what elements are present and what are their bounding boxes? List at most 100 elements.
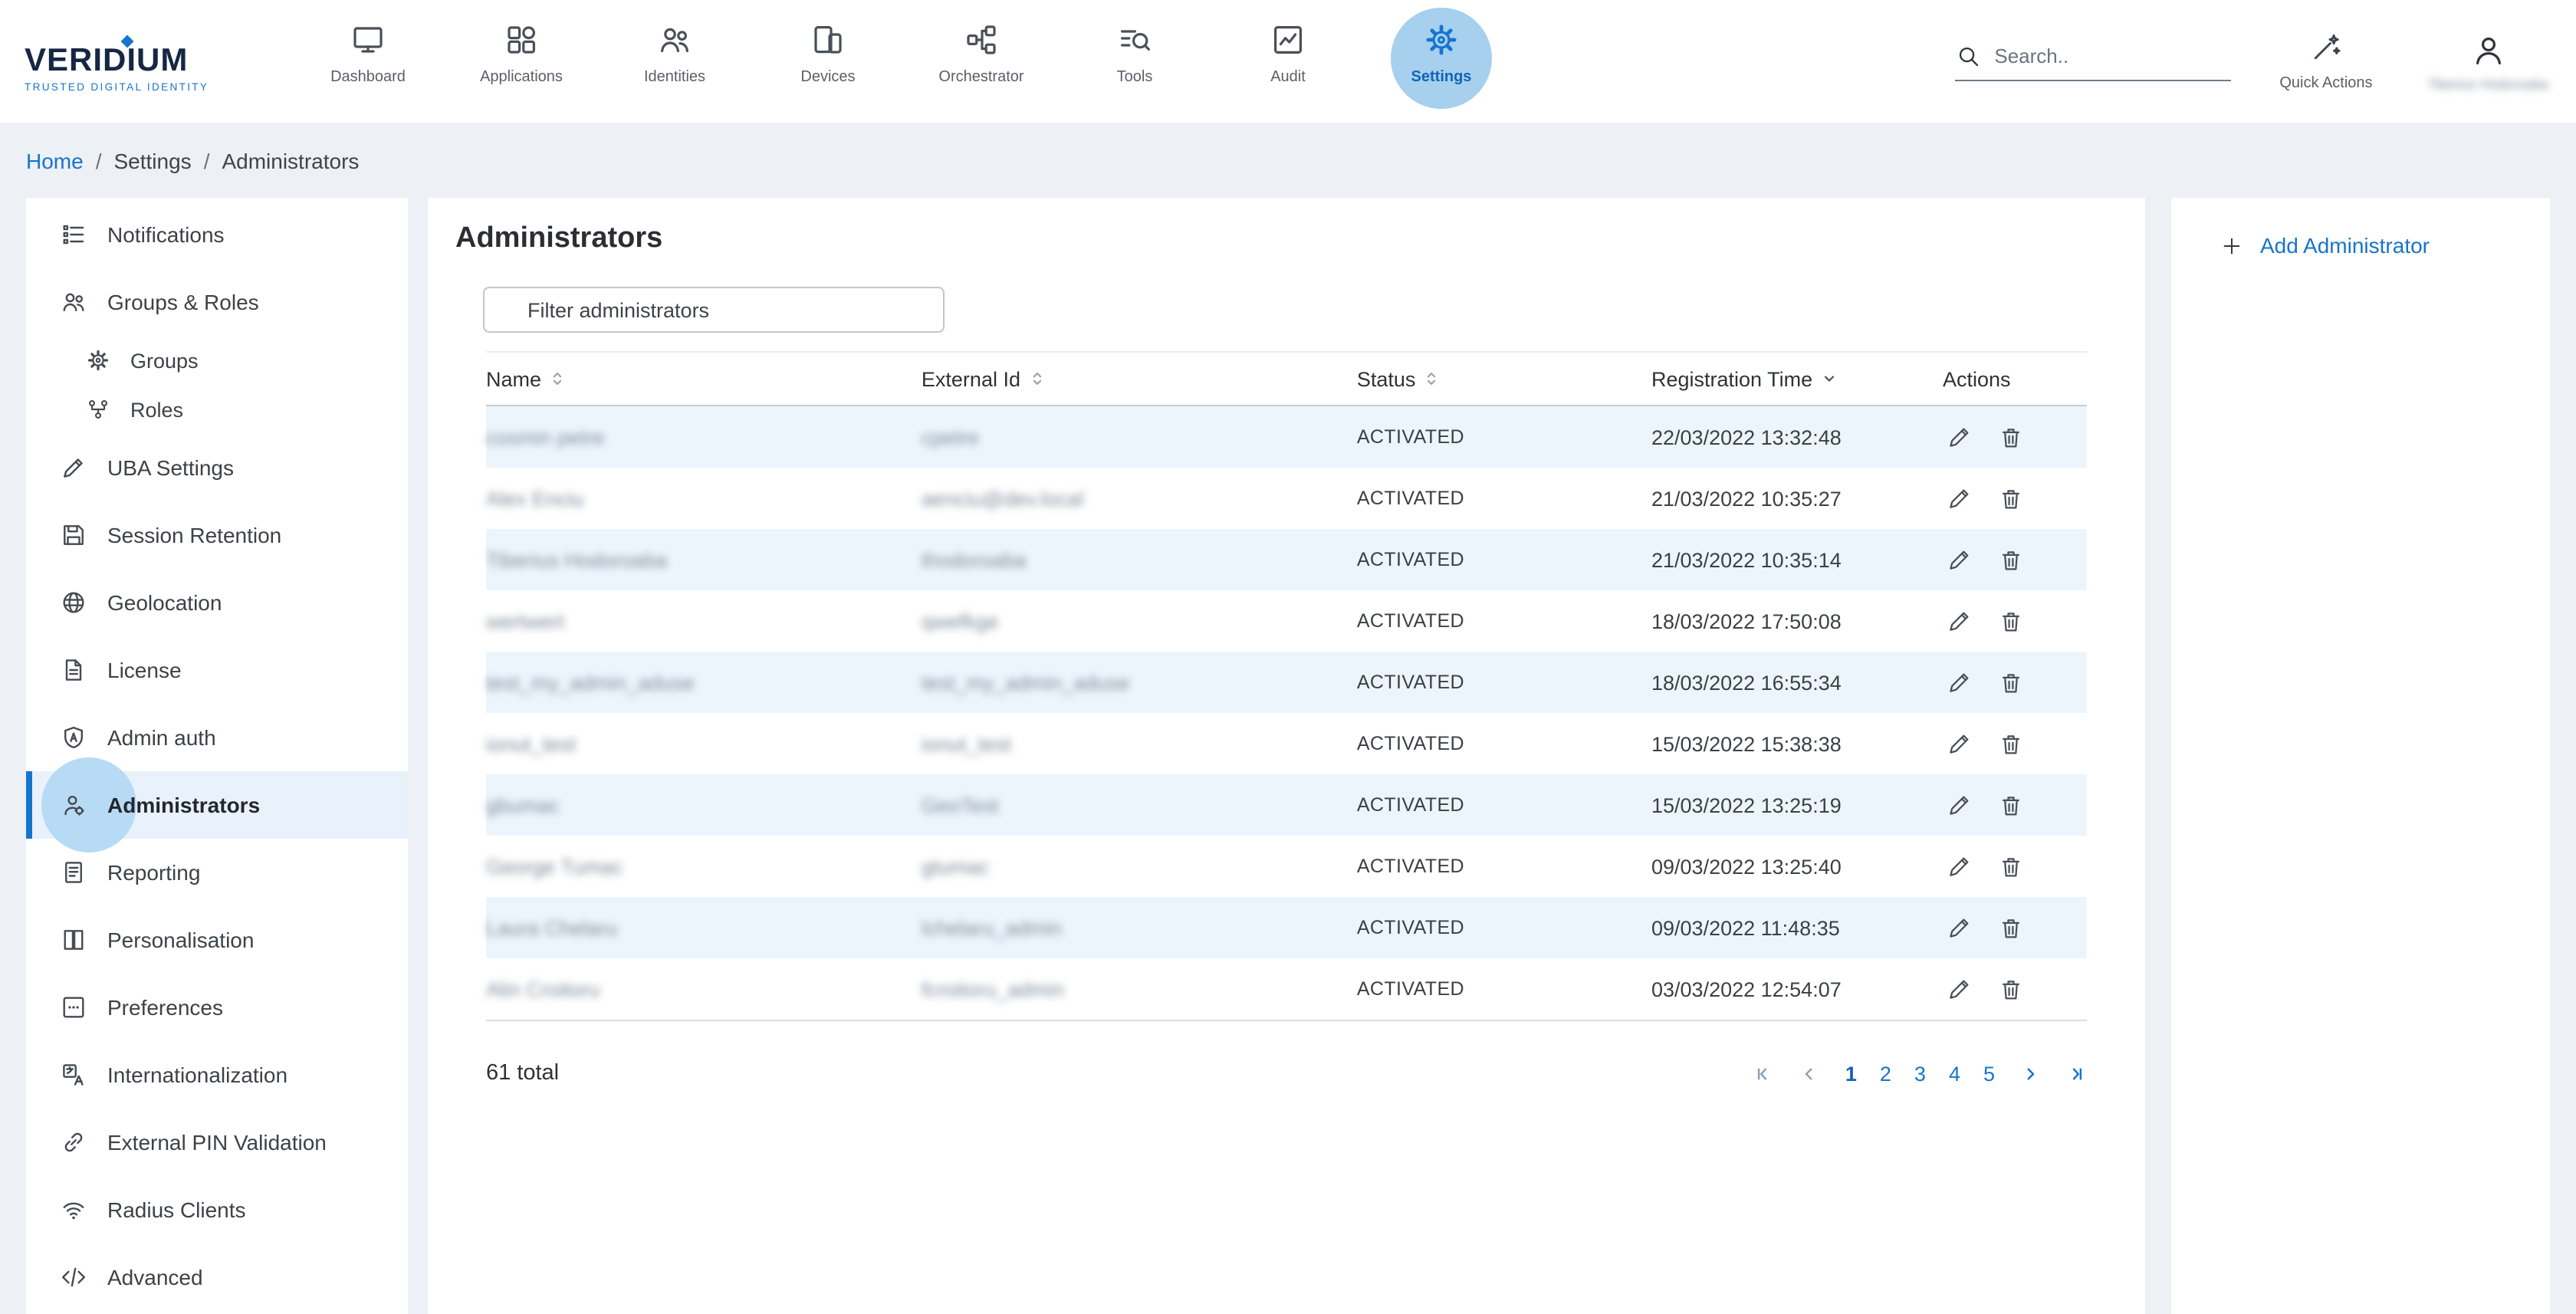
row-actions bbox=[1943, 424, 2087, 450]
user-avatar-icon bbox=[2469, 31, 2506, 68]
sidebar-item-notifications[interactable]: Notifications bbox=[26, 201, 408, 268]
sidebar-item-preferences[interactable]: Preferences bbox=[26, 974, 408, 1041]
edit-admin-button[interactable] bbox=[1946, 853, 1972, 879]
user-name: Tiberius Hodoroaba bbox=[2428, 76, 2548, 91]
sidebar-item-label: Admin auth bbox=[107, 725, 216, 750]
table-row[interactable]: Alin Croitorufcroitoru_adminACTIVATED03/… bbox=[486, 958, 2087, 1020]
nav-item-dashboard[interactable]: Dashboard bbox=[291, 0, 445, 123]
sidebar-item-personalisation[interactable]: Personalisation bbox=[26, 906, 408, 974]
table-row[interactable]: ionut_testionut_testACTIVATED15/03/2022 … bbox=[486, 713, 2087, 774]
edit-admin-button[interactable] bbox=[1946, 485, 1972, 511]
column-header-name[interactable]: Name bbox=[486, 367, 922, 390]
veridium-logo[interactable]: VERIDIUM TRUSTED DIGITAL IDENTITY bbox=[25, 30, 282, 93]
delete-admin-button[interactable] bbox=[1998, 485, 2024, 511]
edit-admin-button[interactable] bbox=[1946, 424, 1972, 450]
sidebar-item-label: Groups bbox=[130, 349, 199, 372]
breadcrumb-administrators: Administrators bbox=[222, 148, 359, 172]
edit-admin-button[interactable] bbox=[1946, 915, 1972, 941]
table-row[interactable]: gbumacGeoTestACTIVATED15/03/2022 13:25:1… bbox=[486, 774, 2087, 836]
quick-actions-button[interactable]: Quick Actions bbox=[2279, 31, 2372, 92]
registration-time: 15/03/2022 15:38:38 bbox=[1651, 732, 1943, 755]
filter-administrators-input[interactable] bbox=[483, 287, 945, 333]
table-row[interactable]: Laura Chelarulchelaru_adminACTIVATED09/0… bbox=[486, 897, 2087, 958]
sidebar-item-radius-clients[interactable]: Radius Clients bbox=[26, 1176, 408, 1243]
magic-wand-icon bbox=[2309, 31, 2343, 64]
sidebar-item-license[interactable]: License bbox=[26, 636, 408, 704]
delete-admin-button[interactable] bbox=[1998, 608, 2024, 634]
delete-admin-button[interactable] bbox=[1998, 547, 2024, 573]
last-page-button[interactable] bbox=[2064, 1062, 2087, 1085]
delete-admin-button[interactable] bbox=[1998, 424, 2024, 450]
delete-admin-button[interactable] bbox=[1998, 792, 2024, 818]
sidebar-item-session-retention[interactable]: Session Retention bbox=[26, 501, 408, 569]
delete-admin-button[interactable] bbox=[1998, 915, 2024, 941]
page-5-button[interactable]: 5 bbox=[1983, 1062, 1995, 1085]
column-header-external-id[interactable]: External Id bbox=[922, 367, 1357, 390]
row-actions bbox=[1943, 915, 2087, 941]
edit-admin-button[interactable] bbox=[1946, 547, 1972, 573]
delete-admin-button[interactable] bbox=[1998, 976, 2024, 1002]
nav-item-settings[interactable]: Settings bbox=[1365, 0, 1518, 123]
edit-admin-button[interactable] bbox=[1946, 669, 1972, 695]
sidebar-item-geolocation[interactable]: Geolocation bbox=[26, 569, 408, 636]
column-label: Registration Time bbox=[1651, 367, 1812, 390]
page-4-button[interactable]: 4 bbox=[1949, 1062, 1960, 1085]
nav-item-devices[interactable]: Devices bbox=[751, 0, 905, 123]
column-header-status[interactable]: Status bbox=[1357, 367, 1651, 390]
table-row[interactable]: Alex Enciuaenciu@dev.localACTIVATED21/03… bbox=[486, 468, 2087, 529]
brand-name: VERIDIUM bbox=[25, 42, 282, 79]
user-menu[interactable]: Tiberius Hodoroaba bbox=[2428, 31, 2548, 91]
registration-time: 22/03/2022 13:32:48 bbox=[1651, 425, 1943, 448]
nav-item-tools[interactable]: Tools bbox=[1058, 0, 1211, 123]
table-row[interactable]: cosmin petrecpetreACTIVATED22/03/2022 13… bbox=[486, 406, 2087, 468]
edit-admin-button[interactable] bbox=[1946, 608, 1972, 634]
sidebar-item-roles[interactable]: Roles bbox=[26, 385, 408, 434]
nav-item-audit[interactable]: Audit bbox=[1211, 0, 1365, 123]
sidebar-item-advanced[interactable]: Advanced bbox=[26, 1243, 408, 1311]
breadcrumb-home[interactable]: Home bbox=[26, 148, 84, 172]
administrators-icon bbox=[60, 791, 87, 819]
sidebar-item-uba-settings[interactable]: UBA Settings bbox=[26, 434, 408, 501]
sidebar-item-label: UBA Settings bbox=[107, 455, 234, 480]
edit-admin-button[interactable] bbox=[1946, 731, 1972, 757]
brand-tagline: TRUSTED DIGITAL IDENTITY bbox=[25, 82, 282, 93]
admin-name: test_my_admin_aduse bbox=[486, 671, 922, 694]
sidebar-item-administrators[interactable]: Administrators bbox=[26, 771, 408, 839]
nav-item-orchestrator[interactable]: Orchestrator bbox=[905, 0, 1058, 123]
sidebar-item-internationalization[interactable]: Internationalization bbox=[26, 1041, 408, 1109]
first-page-button[interactable] bbox=[1753, 1062, 1776, 1085]
add-administrator-button[interactable]: Add Administrator bbox=[2220, 233, 2550, 258]
page-2-button[interactable]: 2 bbox=[1880, 1062, 1891, 1085]
delete-admin-button[interactable] bbox=[1998, 731, 2024, 757]
registration-time: 18/03/2022 17:50:08 bbox=[1651, 609, 1943, 632]
edit-admin-button[interactable] bbox=[1946, 792, 1972, 818]
previous-page-button[interactable] bbox=[1799, 1062, 1822, 1085]
delete-admin-button[interactable] bbox=[1998, 669, 2024, 695]
right-panel: Add Administrator bbox=[2171, 198, 2550, 1314]
sidebar-item-external-pin-validation[interactable]: External PIN Validation bbox=[26, 1109, 408, 1176]
row-actions bbox=[1943, 853, 2087, 879]
sidebar-item-groups[interactable]: Groups bbox=[26, 336, 408, 385]
table-row[interactable]: Tiberius HodoroabathodoroabaACTIVATED21/… bbox=[486, 529, 2087, 590]
nav-item-identities[interactable]: Identities bbox=[598, 0, 751, 123]
page-1-button[interactable]: 1 bbox=[1845, 1062, 1857, 1085]
registration-time: 09/03/2022 13:25:40 bbox=[1651, 855, 1943, 878]
license-icon bbox=[60, 656, 87, 684]
table-row[interactable]: George TumacgtumacACTIVATED09/03/2022 13… bbox=[486, 836, 2087, 897]
search-input[interactable] bbox=[1994, 44, 2212, 67]
admin-status: ACTIVATED bbox=[1357, 794, 1651, 816]
edit-admin-button[interactable] bbox=[1946, 976, 1972, 1002]
sidebar-item-groups-roles[interactable]: Groups & Roles bbox=[26, 268, 408, 336]
table-row[interactable]: test_my_admin_adusetest_my_admin_aduseAC… bbox=[486, 652, 2087, 713]
next-page-button[interactable] bbox=[2018, 1062, 2041, 1085]
table-row[interactable]: wertwertqwefkgeACTIVATED18/03/2022 17:50… bbox=[486, 590, 2087, 652]
page-3-button[interactable]: 3 bbox=[1914, 1062, 1926, 1085]
advanced-icon bbox=[60, 1263, 87, 1291]
sidebar-item-label: Groups & Roles bbox=[107, 290, 259, 314]
search-icon[interactable] bbox=[1954, 42, 1980, 68]
nav-item-applications[interactable]: Applications bbox=[445, 0, 598, 123]
delete-admin-button[interactable] bbox=[1998, 853, 2024, 879]
admin-name: gbumac bbox=[486, 793, 922, 816]
sidebar-item-reporting[interactable]: Reporting bbox=[26, 839, 408, 906]
column-header-registration-time[interactable]: Registration Time bbox=[1651, 367, 1943, 390]
